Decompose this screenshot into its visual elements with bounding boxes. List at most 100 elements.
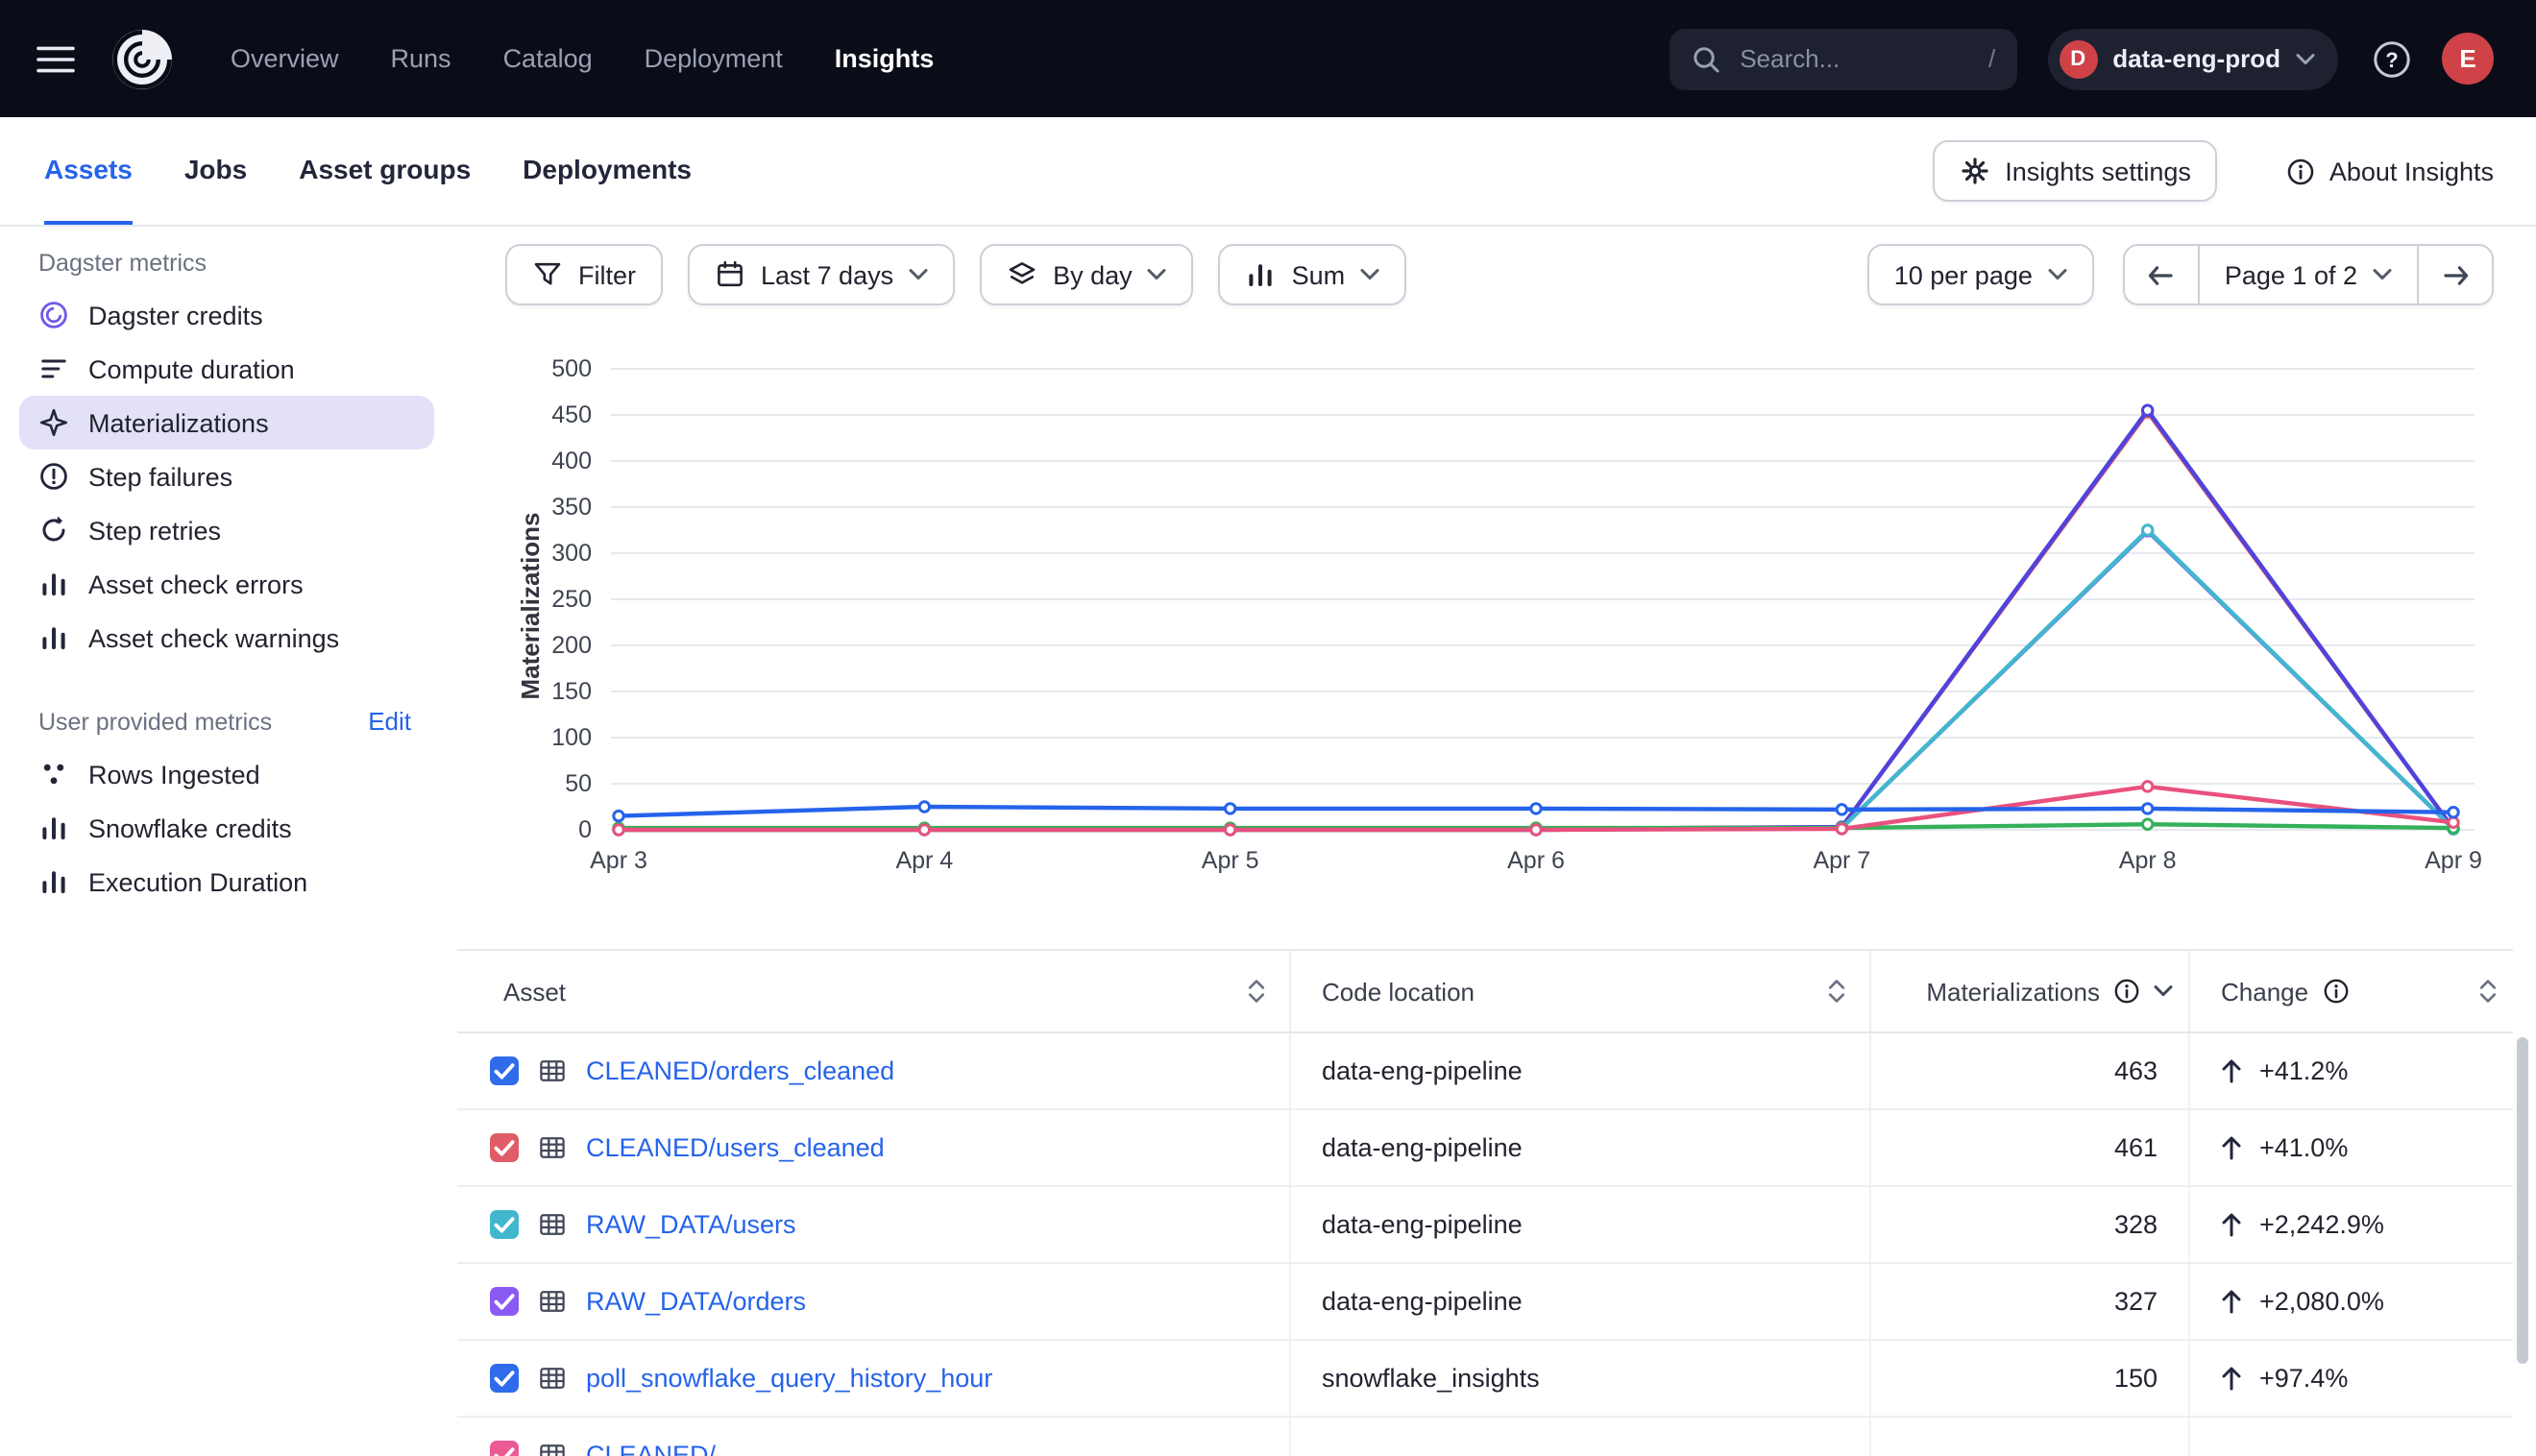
chevron-down-icon[interactable] [2154,985,2173,997]
tab-jobs[interactable]: Jobs [184,117,247,225]
sidebar-item-execution-duration[interactable]: Execution Duration [19,855,434,909]
dagster-logo[interactable] [110,26,175,91]
change-cell [2190,1418,2513,1456]
row-checkbox[interactable] [490,1133,519,1162]
asset-grid-icon [538,1210,567,1239]
assets-table: Asset Code location Materializations [457,949,2513,1456]
asset-link[interactable]: CLEANED/orders_cleaned [586,1056,894,1085]
column-header-asset[interactable]: Asset [457,951,1291,1031]
sparkle-icon [38,407,69,438]
materializations-cell [1871,1418,2190,1456]
up-arrow-icon [2221,1135,2242,1160]
about-insights-link[interactable]: About Insights [2287,157,2494,185]
info-icon[interactable] [2113,978,2140,1005]
main-content: Filter Last 7 days [453,227,2536,1456]
asset-link[interactable]: poll_snowflake_query_history_hour [586,1364,992,1393]
nav-overview[interactable]: Overview [231,44,339,73]
column-header-materializations[interactable]: Materializations [1871,951,2190,1031]
help-icon[interactable]: ? [2371,37,2413,80]
sort-icon[interactable] [1247,978,1266,1005]
code-location-cell: data-eng-pipeline [1291,1033,1871,1108]
org-name: data-eng-prod [2112,44,2280,73]
sidebar-item-asset-check-errors[interactable]: Asset check errors [19,557,434,611]
org-badge: D [2059,39,2097,78]
materializations-cell: 150 [1871,1341,2190,1416]
sidebar-item-asset-check-warnings[interactable]: Asset check warnings [19,611,434,665]
user-metrics-section-label: User provided metrics Edit [0,695,453,747]
svg-text:Apr 6: Apr 6 [1507,847,1565,874]
row-checkbox[interactable] [490,1441,519,1456]
tab-deployments[interactable]: Deployments [523,117,692,225]
sort-icon[interactable] [2478,978,2498,1005]
nav-insights[interactable]: Insights [835,44,935,73]
insights-settings-label: Insights settings [2005,157,2191,185]
tab-assets[interactable]: Assets [44,117,133,225]
org-switcher[interactable]: D data-eng-prod [2047,28,2338,89]
hamburger-menu-icon[interactable] [37,43,75,74]
svg-text:0: 0 [578,816,592,843]
sidebar-item-step-retries[interactable]: Step retries [19,503,434,557]
table-row: CLEANED/… [457,1418,2513,1456]
insights-tab-bar: Assets Jobs Asset groups Deployments Ins… [0,117,2536,227]
duration-icon [38,353,69,384]
search-box[interactable]: / [1669,28,2016,89]
sidebar-item-rows-ingested[interactable]: Rows Ingested [19,747,434,801]
nav-catalog[interactable]: Catalog [503,44,593,73]
sidebar-section-gap [0,665,453,695]
column-header-code-location[interactable]: Code location [1291,951,1871,1031]
asset-link[interactable]: RAW_DATA/orders [586,1287,806,1316]
change-cell: +41.0% [2190,1110,2513,1185]
asset-link[interactable]: CLEANED/users_cleaned [586,1133,885,1162]
table-row: RAW_DATA/orders data-eng-pipeline 327 +2… [457,1264,2513,1341]
materializations-cell: 328 [1871,1187,2190,1262]
dagster-credits-icon [38,300,69,330]
row-checkbox[interactable] [490,1287,519,1316]
row-checkbox[interactable] [490,1364,519,1393]
table-row: CLEANED/users_cleaned data-eng-pipeline … [457,1110,2513,1187]
column-header-change[interactable]: Change [2190,951,2513,1031]
code-location-cell: data-eng-pipeline [1291,1187,1871,1262]
chevron-down-icon [2296,53,2315,64]
sidebar-item-step-failures[interactable]: Step failures [19,449,434,503]
search-input[interactable] [1736,42,1943,75]
up-arrow-icon [2221,1366,2242,1391]
tab-asset-groups[interactable]: Asset groups [299,117,471,225]
materializations-cell: 461 [1871,1110,2190,1185]
asset-link[interactable]: RAW_DATA/users [586,1210,796,1239]
edit-user-metrics-link[interactable]: Edit [368,707,411,736]
asset-grid-icon [538,1441,567,1456]
user-avatar[interactable]: E [2442,33,2494,85]
table-row: CLEANED/orders_cleaned data-eng-pipeline… [457,1033,2513,1110]
table-scrollbar[interactable] [2517,1037,2528,1364]
info-icon[interactable] [2322,978,2349,1005]
gear-icon [1959,156,1989,186]
sidebar-item-materializations[interactable]: Materializations [19,396,434,449]
dots-icon [38,759,69,789]
svg-text:350: 350 [551,494,592,521]
change-cell: +41.2% [2190,1033,2513,1108]
svg-text:Apr 8: Apr 8 [2119,847,2177,874]
sidebar-item-dagster-credits[interactable]: Dagster credits [19,288,434,342]
nav-runs[interactable]: Runs [391,44,451,73]
check-icon [490,1441,519,1456]
insights-settings-button[interactable]: Insights settings [1932,140,2218,202]
row-checkbox[interactable] [490,1056,519,1085]
svg-text:?: ? [2385,47,2398,71]
nav-deployment[interactable]: Deployment [645,44,783,73]
svg-text:150: 150 [551,678,592,705]
row-checkbox[interactable] [490,1210,519,1239]
sidebar-item-compute-duration[interactable]: Compute duration [19,342,434,396]
asset-grid-icon [538,1364,567,1393]
code-location-cell: data-eng-pipeline [1291,1110,1871,1185]
sort-icon[interactable] [1827,978,1846,1005]
svg-text:50: 50 [565,770,592,797]
search-icon [1690,43,1720,74]
up-arrow-icon [2221,1212,2242,1237]
chevron-down-icon [1148,269,1167,280]
svg-text:Apr 7: Apr 7 [1813,847,1870,874]
sidebar-item-snowflake-credits[interactable]: Snowflake credits [19,801,434,855]
top-nav: Overview Runs Catalog Deployment Insight… [231,44,934,73]
asset-grid-icon [538,1056,567,1085]
asset-link[interactable]: CLEANED/… [586,1441,742,1456]
code-location-cell [1291,1418,1871,1456]
